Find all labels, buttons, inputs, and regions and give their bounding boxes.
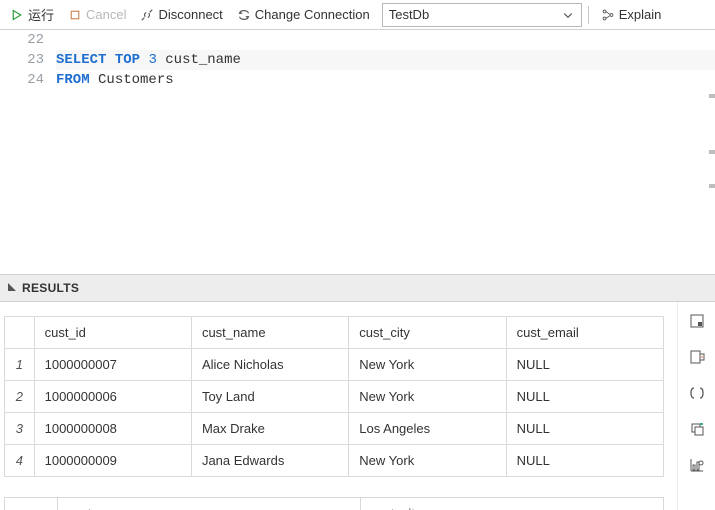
change-connection-label: Change Connection: [255, 7, 370, 22]
save-excel-icon[interactable]: [688, 348, 706, 366]
table-header-row: cust_id cust_name cust_city cust_email: [5, 317, 664, 349]
line-number: 24: [0, 70, 44, 90]
chevron-down-icon: [561, 8, 575, 22]
results-panel-header[interactable]: RESULTS: [0, 274, 715, 302]
save-json-icon[interactable]: [688, 384, 706, 402]
code-line[interactable]: SELECT TOP 3 cust_name: [56, 50, 715, 70]
token: [157, 52, 165, 68]
results-header-text: RESULTS: [22, 281, 79, 295]
code-line[interactable]: [56, 30, 715, 50]
results-title: RESULTS: [8, 281, 79, 295]
change-connection-button[interactable]: Change Connection: [231, 5, 376, 24]
token: cust_name: [165, 52, 241, 68]
cell[interactable]: NULL: [506, 349, 663, 381]
token: [106, 52, 114, 68]
sql-editor[interactable]: 222324 SELECT TOP 3 cust_nameFROM Custom…: [0, 30, 715, 274]
stop-icon: [68, 8, 82, 22]
explain-icon: [601, 8, 615, 22]
expand-icon: [8, 283, 16, 291]
cell[interactable]: 1000000006: [34, 381, 191, 413]
disconnect-icon: [140, 8, 154, 22]
token: Customers: [98, 72, 174, 88]
database-selected-value: TestDb: [389, 7, 429, 22]
row-number[interactable]: 1: [5, 349, 35, 381]
cell[interactable]: New York: [349, 349, 506, 381]
change-connection-icon: [237, 8, 251, 22]
editor-gutter: 222324: [0, 30, 56, 274]
results-table-1: cust_id cust_name cust_city cust_email 1…: [4, 316, 664, 477]
column-header[interactable]: cust_city: [349, 317, 506, 349]
cell[interactable]: Los Angeles: [349, 413, 506, 445]
token: 3: [148, 52, 156, 68]
token: TOP: [115, 52, 140, 68]
explain-button[interactable]: Explain: [595, 5, 668, 24]
line-number: 22: [0, 30, 44, 50]
column-header[interactable]: cust_id: [34, 317, 191, 349]
toolbar: 运行 Cancel Disconnect Change Connection T…: [0, 0, 715, 30]
row-number[interactable]: 2: [5, 381, 35, 413]
token: FROM: [56, 72, 90, 88]
cell[interactable]: Toy Land: [191, 381, 348, 413]
column-header[interactable]: cust_email: [506, 317, 663, 349]
table-row[interactable]: 31000000008Max DrakeLos AngelesNULL: [5, 413, 664, 445]
cell[interactable]: 1000000009: [34, 445, 191, 477]
cell[interactable]: NULL: [506, 413, 663, 445]
editor-code[interactable]: SELECT TOP 3 cust_nameFROM Customers: [56, 30, 715, 274]
run-button[interactable]: 运行: [4, 3, 60, 26]
cell[interactable]: New York: [349, 381, 506, 413]
token: [90, 72, 98, 88]
results-area: cust_id cust_name cust_city cust_email 1…: [0, 302, 715, 510]
play-icon: [10, 8, 24, 22]
results-tables: cust_id cust_name cust_city cust_email 1…: [0, 302, 677, 510]
table-header-row: cust_name cust_city: [5, 498, 664, 510]
row-number[interactable]: 3: [5, 413, 35, 445]
cell[interactable]: NULL: [506, 445, 663, 477]
cell[interactable]: Alice Nicholas: [191, 349, 348, 381]
cancel-button[interactable]: Cancel: [62, 5, 132, 24]
disconnect-label: Disconnect: [158, 7, 222, 22]
cell[interactable]: Max Drake: [191, 413, 348, 445]
cell[interactable]: NULL: [506, 381, 663, 413]
corner-cell: [5, 317, 35, 349]
cell[interactable]: Jana Edwards: [191, 445, 348, 477]
disconnect-button[interactable]: Disconnect: [134, 5, 228, 24]
line-number: 23: [0, 50, 44, 70]
save-csv-icon[interactable]: [688, 312, 706, 330]
chart-icon[interactable]: [688, 456, 706, 474]
column-header[interactable]: cust_city: [360, 498, 663, 510]
table-row[interactable]: 21000000006Toy LandNew YorkNULL: [5, 381, 664, 413]
column-header[interactable]: cust_name: [57, 498, 360, 510]
cell[interactable]: 1000000007: [34, 349, 191, 381]
separator: [588, 6, 589, 24]
corner-cell: [5, 498, 58, 510]
results-side-toolbar: [677, 302, 715, 510]
database-select[interactable]: TestDb: [382, 3, 582, 27]
table-row[interactable]: 11000000007Alice NicholasNew YorkNULL: [5, 349, 664, 381]
copy-icon[interactable]: [688, 420, 706, 438]
cell[interactable]: New York: [349, 445, 506, 477]
cell[interactable]: 1000000008: [34, 413, 191, 445]
row-number[interactable]: 4: [5, 445, 35, 477]
run-label: 运行: [28, 5, 54, 24]
cancel-label: Cancel: [86, 7, 126, 22]
column-header[interactable]: cust_name: [191, 317, 348, 349]
code-line[interactable]: FROM Customers: [56, 70, 715, 90]
explain-label: Explain: [619, 7, 662, 22]
results-table-2: cust_name cust_city: [4, 497, 664, 510]
table-row[interactable]: 41000000009Jana EdwardsNew YorkNULL: [5, 445, 664, 477]
token: SELECT: [56, 52, 106, 68]
